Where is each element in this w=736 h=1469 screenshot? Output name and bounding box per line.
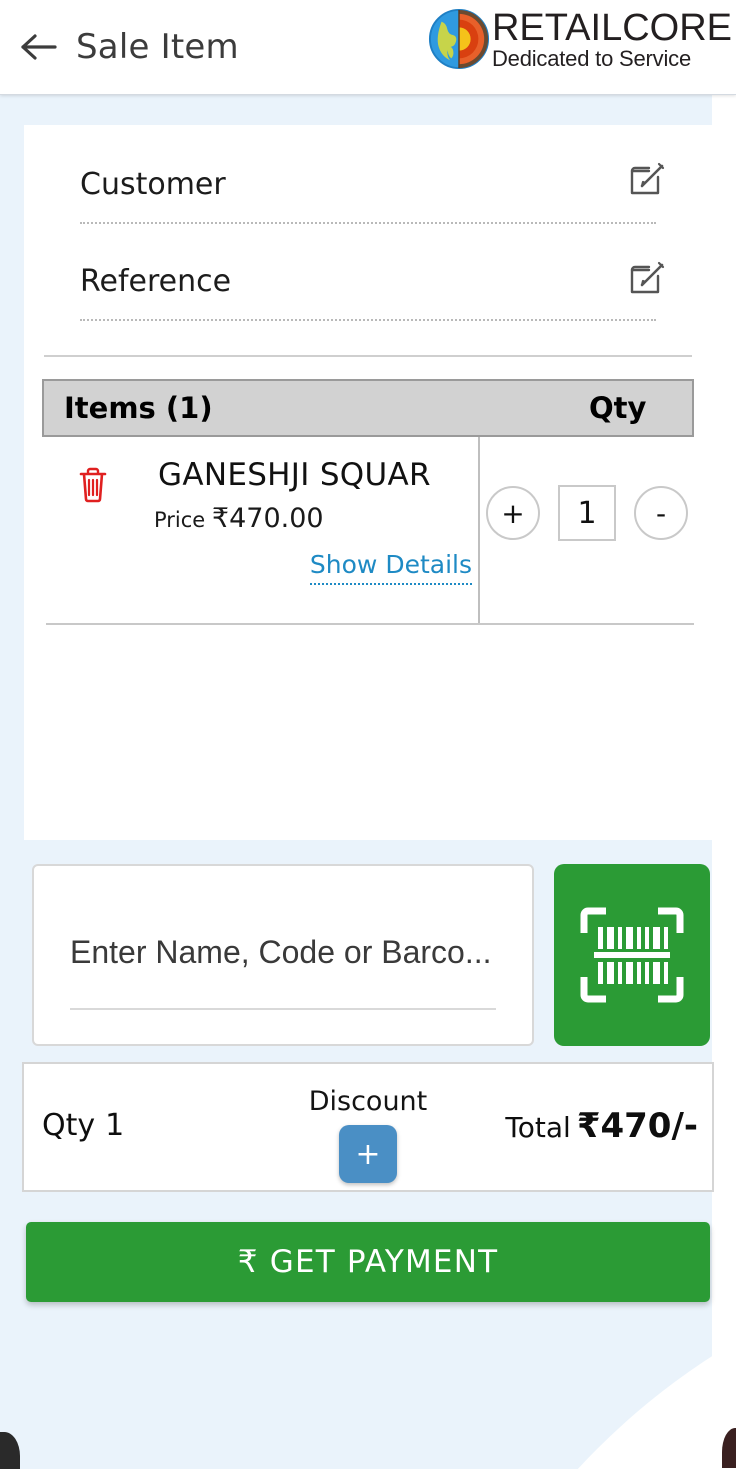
summary-total: Total ₹470/- <box>505 1106 698 1146</box>
brand-text: RETAILCORE Dedicated to Service <box>492 9 732 70</box>
search-input-underline <box>70 1008 496 1010</box>
background-right-strip <box>712 95 736 1469</box>
item-price-value: ₹470.00 <box>211 503 324 534</box>
total-value: ₹470/- <box>576 1106 698 1146</box>
app-header: Sale Item RETAILCORE Dedicated to Servic… <box>0 0 736 95</box>
item-info-cell: GANESHJI SQUAR Price ₹470.00 Show Detail… <box>46 437 480 623</box>
customer-field-row[interactable]: Customer <box>80 125 665 224</box>
brand-name: RETAILCORE <box>491 6 732 49</box>
items-table-header: Items (1) Qty <box>42 379 694 437</box>
get-payment-button[interactable]: ₹ GET PAYMENT <box>26 1222 710 1302</box>
show-details-link[interactable]: Show Details <box>309 550 472 585</box>
section-divider <box>44 355 692 357</box>
edit-pencil-icon[interactable] <box>628 161 666 199</box>
add-discount-button[interactable]: + <box>339 1125 397 1183</box>
order-summary-bar: Qty 1 Discount + Total ₹470/- <box>22 1062 714 1192</box>
reference-label: Reference <box>80 264 232 299</box>
globe-cross-section-logo <box>428 8 490 70</box>
back-arrow-icon[interactable] <box>16 24 62 70</box>
quantity-increment-button[interactable]: + <box>486 486 540 540</box>
reference-input-underline <box>80 319 656 321</box>
qty-column-label: Qty <box>589 391 647 425</box>
edit-pencil-icon[interactable] <box>628 260 666 298</box>
table-row: GANESHJI SQUAR Price ₹470.00 Show Detail… <box>46 437 694 625</box>
sale-item-screen: Sale Item RETAILCORE Dedicated to Servic… <box>0 0 736 1469</box>
item-name: GANESHJI SQUAR <box>158 457 431 493</box>
search-placeholder-text: Enter Name, Code or Barco... <box>70 934 492 970</box>
sale-details-card: Customer Reference Items (1) Qty GANESHJ… <box>24 125 712 840</box>
product-search-input[interactable]: Enter Name, Code or Barco... <box>32 864 534 1046</box>
customer-label: Customer <box>80 167 226 202</box>
trash-icon[interactable] <box>76 465 110 503</box>
brand-logo: RETAILCORE Dedicated to Service <box>428 8 732 70</box>
reference-field-row[interactable]: Reference <box>80 224 665 321</box>
total-label: Total <box>505 1111 571 1144</box>
brand-tagline: Dedicated to Service <box>491 45 691 71</box>
barcode-scan-button[interactable] <box>554 864 710 1046</box>
barcode-scan-icon <box>580 907 684 1003</box>
quantity-value-input[interactable]: 1 <box>558 485 616 541</box>
items-count-label: Items (1) <box>64 391 213 425</box>
item-price: Price ₹470.00 <box>154 503 324 534</box>
page-title: Sale Item <box>76 27 239 67</box>
quantity-decrement-button[interactable]: - <box>634 486 688 540</box>
item-price-label: Price <box>154 508 206 532</box>
quantity-stepper: + 1 - <box>480 437 694 623</box>
